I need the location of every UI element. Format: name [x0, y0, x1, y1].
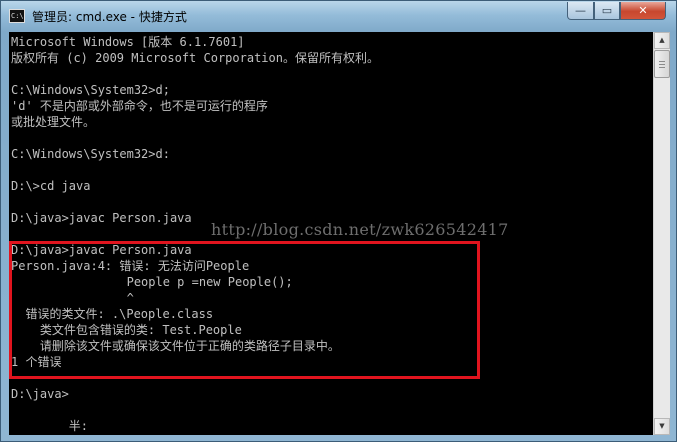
maximize-button[interactable]: ▭ [594, 2, 620, 20]
blog-watermark: http://blog.csdn.net/zwk626542417 [211, 220, 509, 239]
console-line: D:\java>javac Person.java [11, 211, 192, 225]
console-line: 版权所有 (c) 2009 Microsoft Corporation。保留所有… [11, 51, 379, 65]
console-line: Microsoft Windows [版本 6.1.7601] [11, 35, 245, 49]
console-line: 'd' 不是内部或外部命令，也不是可运行的程序 [11, 99, 268, 113]
grip-line [659, 67, 665, 68]
minimize-button[interactable]: — [567, 2, 594, 20]
window-title: 管理员: cmd.exe - 快捷方式 [32, 10, 187, 24]
grip-line [659, 61, 665, 62]
cmd-app-icon[interactable]: C:\ [9, 9, 25, 23]
console-line: 半: [11, 419, 89, 433]
grip-line [659, 64, 665, 65]
console-line: D:\>cd java [11, 179, 91, 193]
console-line: C:\Windows\System32>d: [11, 147, 170, 161]
scroll-thumb[interactable] [654, 50, 670, 78]
arrow-up-icon: ▲ [659, 36, 665, 44]
cmd-window: C:\ 管理员: cmd.exe - 快捷方式 — ▭ ✕ Microsoft … [0, 0, 677, 442]
maximize-icon: ▭ [601, 4, 613, 17]
close-icon: ✕ [638, 4, 648, 17]
minimize-icon: — [575, 4, 586, 17]
error-highlight-box [9, 241, 480, 379]
arrow-down-icon: ▼ [659, 422, 665, 430]
title-bar[interactable]: C:\ 管理员: cmd.exe - 快捷方式 — ▭ ✕ [1, 1, 676, 32]
vertical-scrollbar[interactable]: ▲ ▼ [653, 32, 670, 435]
close-button[interactable]: ✕ [620, 2, 666, 20]
console-line: 或批处理文件。 [11, 115, 96, 129]
scroll-down-button[interactable]: ▼ [654, 418, 670, 435]
console-line: C:\Windows\System32>d; [11, 83, 170, 97]
console-output[interactable]: Microsoft Windows [版本 6.1.7601] 版权所有 (c)… [9, 32, 653, 435]
console-line: D:\java> [11, 387, 69, 401]
scroll-up-button[interactable]: ▲ [654, 32, 670, 49]
